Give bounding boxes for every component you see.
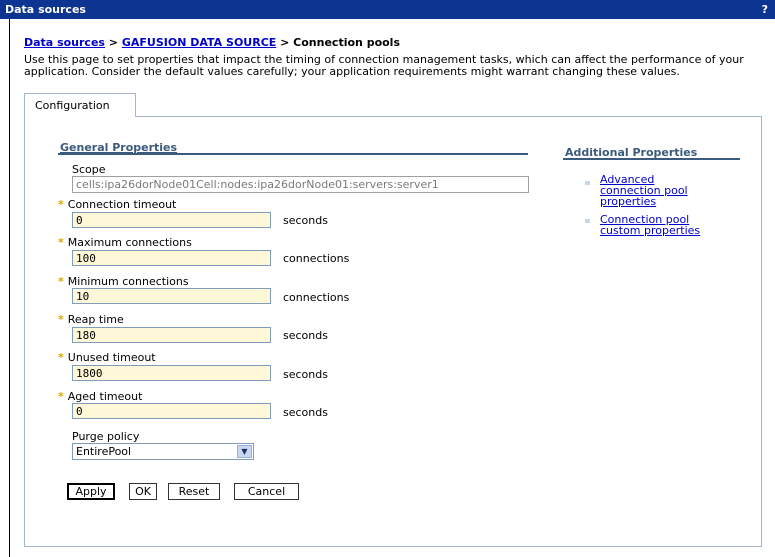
bullet-icon bbox=[585, 219, 590, 223]
general-properties-divider bbox=[58, 153, 528, 155]
scope-field: cells:ipa26dorNode01Cell:nodes:ipa26dorN… bbox=[72, 176, 529, 193]
page-description: Use this page to set properties that imp… bbox=[24, 53, 744, 78]
reap-time-label: * Reap time bbox=[58, 313, 124, 326]
required-marker: * bbox=[58, 198, 64, 211]
apply-button[interactable]: Apply bbox=[67, 483, 115, 500]
connection-timeout-label: * Connection timeout bbox=[58, 198, 177, 211]
required-marker: * bbox=[58, 351, 64, 364]
minimum-connections-input[interactable]: 10 bbox=[72, 288, 271, 304]
purge-policy-value: EntirePool bbox=[76, 445, 132, 458]
additional-properties-divider bbox=[563, 158, 740, 160]
window-title: Data sources bbox=[5, 3, 86, 16]
connection-timeout-input[interactable]: 0 bbox=[72, 212, 271, 228]
breadcrumb-current: Connection pools bbox=[293, 36, 400, 49]
chevron-down-icon[interactable]: ▼ bbox=[237, 445, 252, 458]
link-line: custom properties bbox=[600, 224, 701, 237]
reap-time-unit: seconds bbox=[283, 329, 328, 342]
unused-timeout-unit: seconds bbox=[283, 368, 328, 381]
breadcrumb-separator: > bbox=[276, 36, 294, 49]
required-marker: * bbox=[58, 390, 64, 403]
purge-policy-label: Purge policy bbox=[72, 430, 140, 443]
unused-timeout-input[interactable]: 1800 bbox=[72, 365, 271, 381]
ok-button[interactable]: OK bbox=[129, 483, 157, 500]
maximum-connections-unit: connections bbox=[283, 252, 350, 265]
unused-timeout-label: * Unused timeout bbox=[58, 351, 156, 364]
breadcrumb: Data sources > GAFUSION DATA SOURCE > Co… bbox=[24, 36, 400, 49]
minimum-connections-label: * Minimum connections bbox=[58, 275, 189, 288]
reap-time-input[interactable]: 180 bbox=[72, 327, 271, 343]
tab-configuration[interactable]: Configuration bbox=[24, 93, 136, 117]
bullet-icon bbox=[585, 181, 590, 185]
connection-timeout-unit: seconds bbox=[283, 214, 328, 227]
maximum-connections-label: * Maximum connections bbox=[58, 236, 192, 249]
breadcrumb-data-sources-link[interactable]: Data sources bbox=[24, 36, 105, 49]
aged-timeout-label: * Aged timeout bbox=[58, 390, 143, 403]
help-icon[interactable]: ? bbox=[762, 3, 768, 16]
required-marker: * bbox=[58, 275, 64, 288]
reset-button[interactable]: Reset bbox=[168, 483, 220, 500]
required-marker: * bbox=[58, 236, 64, 249]
scope-label: Scope bbox=[72, 163, 106, 176]
purge-policy-select[interactable]: EntirePool ▼ bbox=[72, 443, 254, 460]
required-marker: * bbox=[58, 313, 64, 326]
connection-pool-custom-properties-link[interactable]: Connection pool custom properties bbox=[600, 214, 700, 236]
breadcrumb-gafusion-link[interactable]: GAFUSION DATA SOURCE bbox=[122, 36, 276, 49]
aged-timeout-input[interactable]: 0 bbox=[72, 403, 271, 419]
window-titlebar: Data sources ? bbox=[0, 0, 775, 19]
breadcrumb-separator: > bbox=[104, 36, 122, 49]
maximum-connections-input[interactable]: 100 bbox=[72, 250, 271, 266]
aged-timeout-unit: seconds bbox=[283, 406, 328, 419]
advanced-connection-pool-properties-link[interactable]: Advanced connection pool properties bbox=[600, 174, 688, 207]
minimum-connections-unit: connections bbox=[283, 291, 350, 304]
cancel-button[interactable]: Cancel bbox=[234, 483, 299, 500]
link-line: properties bbox=[600, 195, 657, 208]
